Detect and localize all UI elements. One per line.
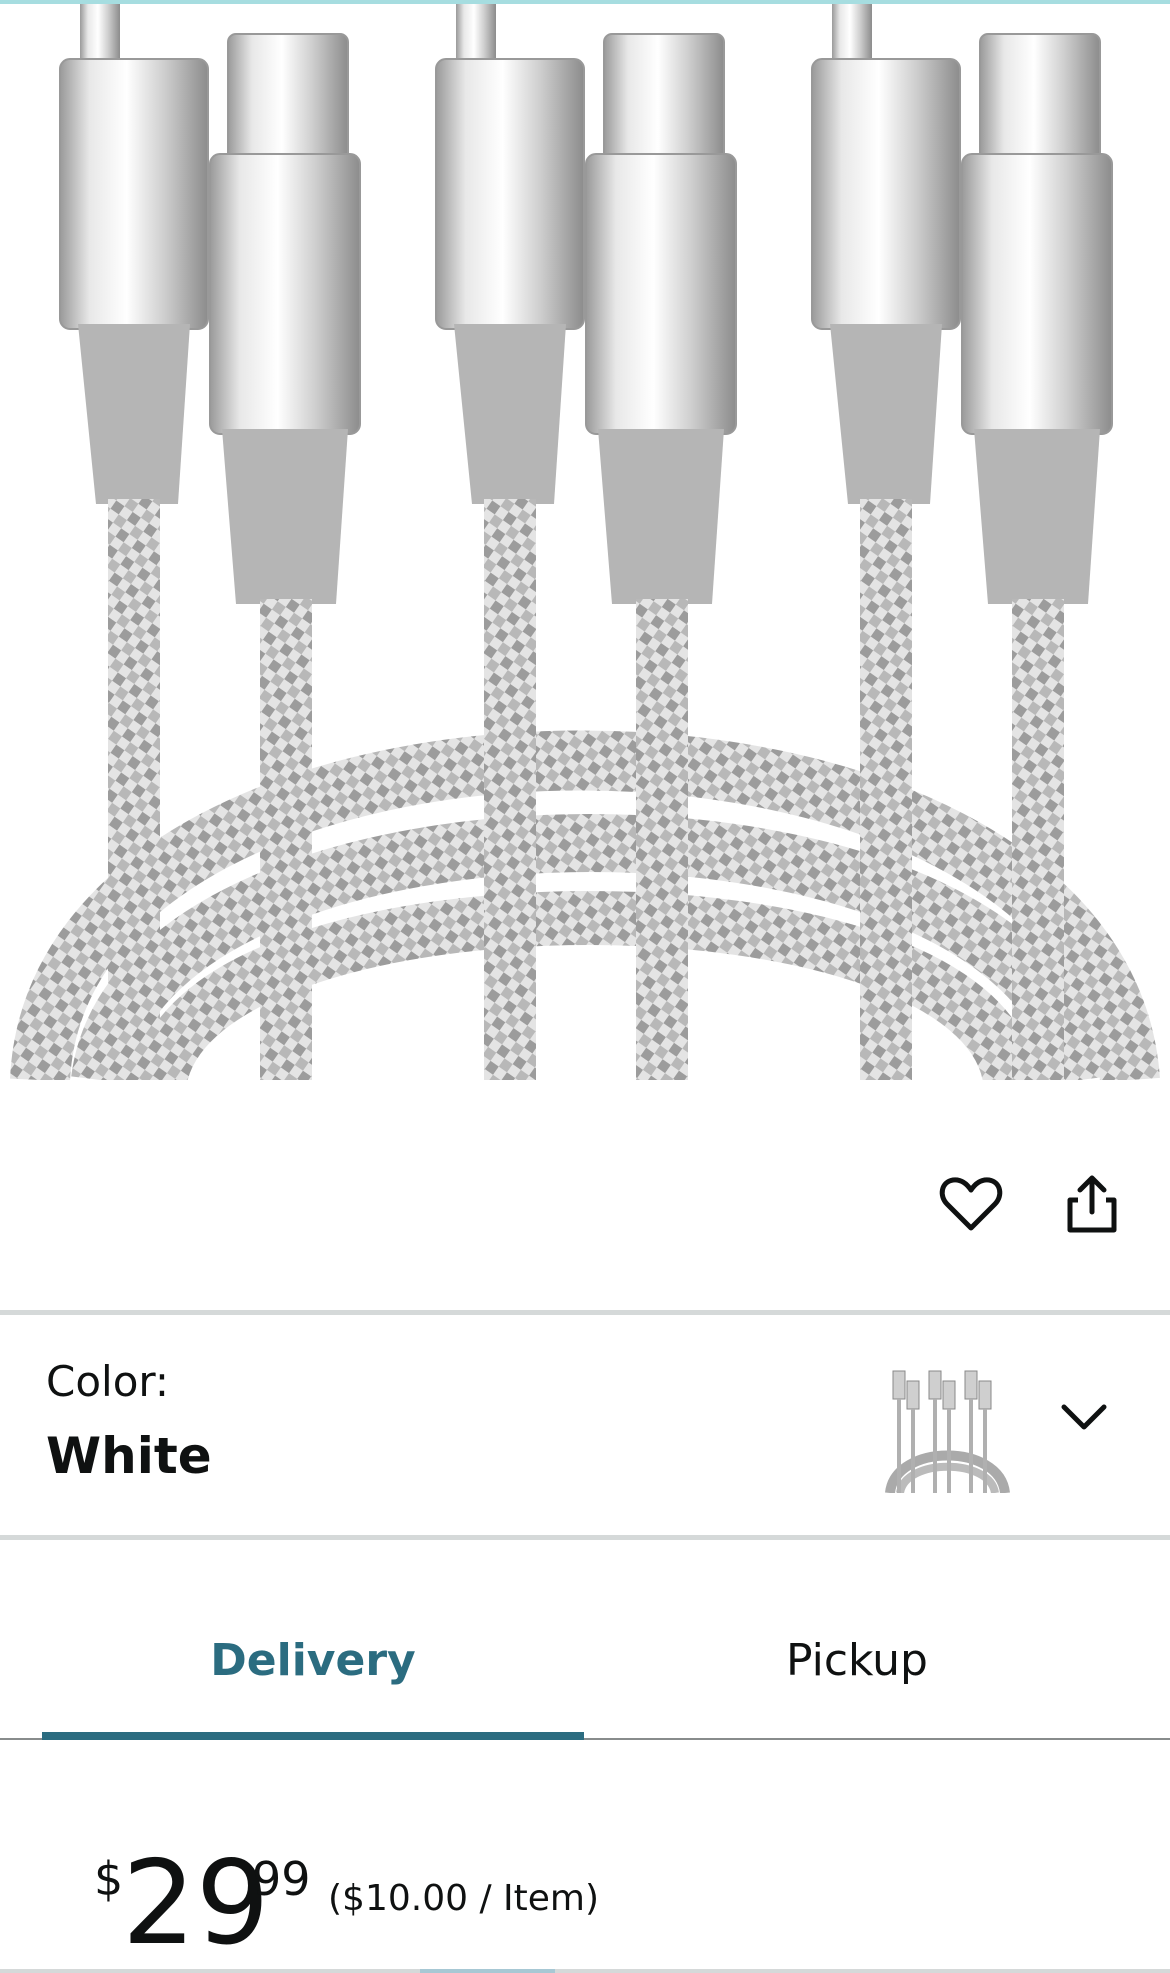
bottom-scroll-hint — [420, 1969, 555, 1973]
color-thumbnail[interactable] — [885, 1363, 1010, 1495]
price-fraction: 99 — [252, 1852, 311, 1906]
product-image[interactable] — [0, 4, 1170, 1080]
share-icon[interactable] — [1052, 1164, 1132, 1244]
tab-pickup[interactable]: Pickup — [584, 1635, 1130, 1695]
color-value: White — [46, 1427, 212, 1485]
fulfillment-tabs: Delivery Pickup — [0, 1540, 1170, 1740]
tab-delivery[interactable]: Delivery — [42, 1635, 584, 1695]
chevron-down-icon[interactable] — [1052, 1385, 1116, 1449]
price-whole: 29 — [122, 1836, 270, 1971]
active-tab-indicator — [42, 1732, 584, 1740]
bottom-divider — [0, 1969, 1170, 1973]
heart-icon[interactable] — [931, 1164, 1011, 1244]
unit-price: ($10.00 / Item) — [328, 1878, 600, 1919]
price-currency-symbol: $ — [94, 1852, 124, 1906]
color-selector[interactable]: Color: White — [0, 1315, 1170, 1535]
color-label: Color: — [46, 1357, 170, 1406]
price-block: $ 29 99 ($10.00 / Item) — [0, 1800, 1170, 1973]
